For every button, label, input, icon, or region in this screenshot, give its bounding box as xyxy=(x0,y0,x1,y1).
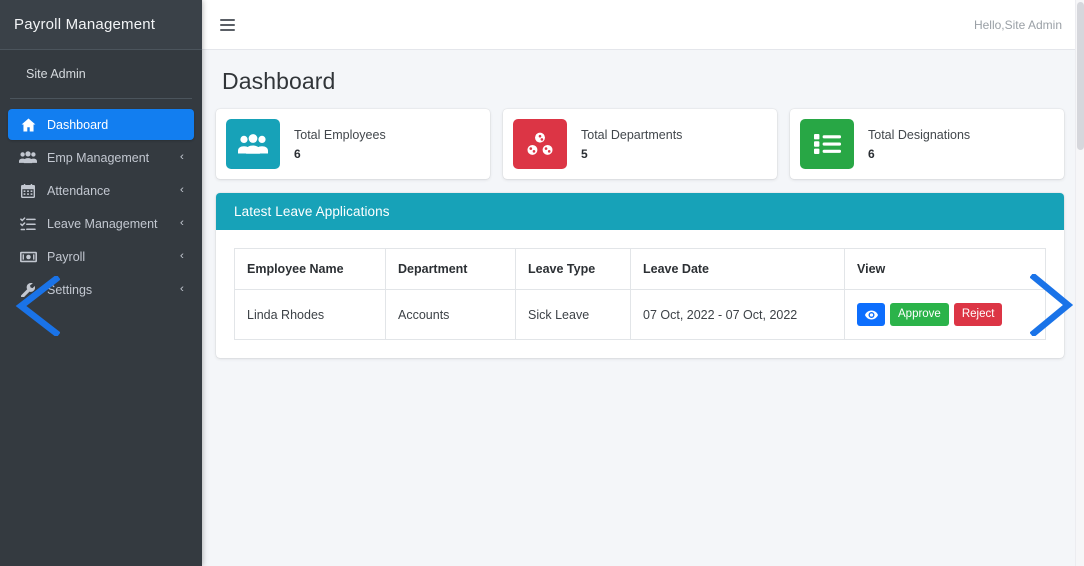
sidebar-item-payroll[interactable]: Payroll ‹ xyxy=(8,241,194,272)
users-group-icon xyxy=(226,119,280,169)
stat-card-value: 5 xyxy=(581,146,588,161)
cell-department: Accounts xyxy=(385,289,516,340)
column-header-view: View xyxy=(844,248,1046,290)
chevron-left-icon: ‹ xyxy=(180,151,185,163)
sidebar-item-label: Attendance xyxy=(47,183,111,198)
hamburger-bar xyxy=(219,18,235,21)
stat-card-total-employees[interactable]: Total Employees 6 xyxy=(216,109,490,179)
brand-title: Payroll Management xyxy=(14,16,156,33)
list-check-icon xyxy=(18,216,38,231)
sidebar: Payroll Management Site Admin Dashboard xyxy=(0,0,202,566)
page-title: Dashboard xyxy=(222,68,336,94)
reject-button[interactable]: Reject xyxy=(953,303,1003,326)
stat-card-value: 6 xyxy=(868,146,875,161)
sidebar-item-label: Leave Management xyxy=(47,216,158,231)
scrollbar-thumb[interactable] xyxy=(1077,2,1084,150)
stat-card-total-departments[interactable]: Total Departments 5 xyxy=(503,109,777,179)
chevron-left-icon: ‹ xyxy=(180,283,185,295)
column-header-leave-type: Leave Type xyxy=(515,248,631,290)
hamburger-bar xyxy=(219,23,235,26)
users-group-icon xyxy=(18,151,38,164)
panel-title: Latest Leave Applications xyxy=(216,193,1064,230)
eye-icon xyxy=(864,310,878,320)
stat-card-label: Total Designations xyxy=(868,127,971,142)
money-bill-icon xyxy=(18,251,38,263)
stat-card-body: Total Designations 6 xyxy=(854,128,970,161)
user-panel-name: Site Admin xyxy=(26,67,86,81)
chevron-left-icon: ‹ xyxy=(180,250,185,262)
topbar: Hello,Site Admin xyxy=(202,0,1084,50)
sidebar-nav: Dashboard Emp Management ‹ Attendance ‹ … xyxy=(0,99,202,305)
panel-body: Employee Name Department Leave Type Leav… xyxy=(216,230,1064,358)
column-header-employee-name: Employee Name xyxy=(234,248,386,290)
sidebar-item-label: Dashboard xyxy=(47,117,109,132)
view-button[interactable] xyxy=(857,303,885,326)
stat-card-body: Total Departments 5 xyxy=(567,128,682,161)
sidebar-item-dashboard[interactable]: Dashboard xyxy=(8,109,194,140)
stat-card-label: Total Employees xyxy=(294,127,386,142)
sidebar-item-attendance[interactable]: Attendance ‹ xyxy=(8,175,194,206)
cell-actions: Approve Reject xyxy=(844,289,1046,340)
calendar-icon xyxy=(18,183,38,198)
sidebar-item-label: Payroll xyxy=(47,249,86,264)
table-row: Linda Rhodes Accounts Sick Leave 07 Oct,… xyxy=(234,289,1046,340)
wrench-icon xyxy=(18,282,38,297)
sidebar-item-leave-management[interactable]: Leave Management ‹ xyxy=(8,208,194,239)
stat-card-total-designations[interactable]: Total Designations 6 xyxy=(790,109,1064,179)
app-window: Payroll Management Site Admin Dashboard xyxy=(0,0,1084,566)
main-area: Hello,Site Admin Dashboard Total Employe… xyxy=(202,0,1084,566)
user-panel[interactable]: Site Admin xyxy=(10,50,192,99)
stat-card-label: Total Departments xyxy=(581,127,683,142)
greeting-text[interactable]: Hello,Site Admin xyxy=(974,18,1070,32)
column-header-leave-date: Leave Date xyxy=(630,248,845,290)
stat-cards: Total Employees 6 Total Departments 5 To… xyxy=(216,109,1064,179)
approve-button[interactable]: Approve xyxy=(890,303,949,326)
content-area: Dashboard Total Employees 6 Total Depart… xyxy=(202,50,1084,566)
chevron-left-icon: ‹ xyxy=(180,184,185,196)
vertical-scrollbar[interactable] xyxy=(1075,0,1084,566)
column-header-department: Department xyxy=(385,248,516,290)
home-icon xyxy=(18,118,38,132)
leave-applications-table: Employee Name Department Leave Type Leav… xyxy=(234,248,1046,340)
cell-leave-date: 07 Oct, 2022 - 07 Oct, 2022 xyxy=(630,289,845,340)
brand-header[interactable]: Payroll Management xyxy=(0,0,202,50)
sidebar-item-settings[interactable]: Settings ‹ xyxy=(8,274,194,305)
cell-employee-name: Linda Rhodes xyxy=(234,289,386,340)
list-ul-icon xyxy=(800,119,854,169)
hamburger-bar xyxy=(219,28,235,31)
table-body: Linda Rhodes Accounts Sick Leave 07 Oct,… xyxy=(234,289,1046,340)
sidebar-item-emp-management[interactable]: Emp Management ‹ xyxy=(8,142,194,173)
latest-leave-applications-panel: Latest Leave Applications Employee Name … xyxy=(216,193,1064,358)
stat-card-value: 6 xyxy=(294,146,301,161)
stat-card-body: Total Employees 6 xyxy=(280,128,386,161)
row-action-buttons: Approve Reject xyxy=(857,303,1033,326)
table-head: Employee Name Department Leave Type Leav… xyxy=(234,248,1046,290)
table-header-row: Employee Name Department Leave Type Leav… xyxy=(234,248,1046,290)
chevron-left-icon: ‹ xyxy=(180,217,185,229)
sitemap-icon xyxy=(513,119,567,169)
hamburger-icon[interactable] xyxy=(214,12,240,38)
sidebar-item-label: Settings xyxy=(47,282,93,297)
sidebar-item-label: Emp Management xyxy=(47,150,150,165)
cell-leave-type: Sick Leave xyxy=(515,289,631,340)
